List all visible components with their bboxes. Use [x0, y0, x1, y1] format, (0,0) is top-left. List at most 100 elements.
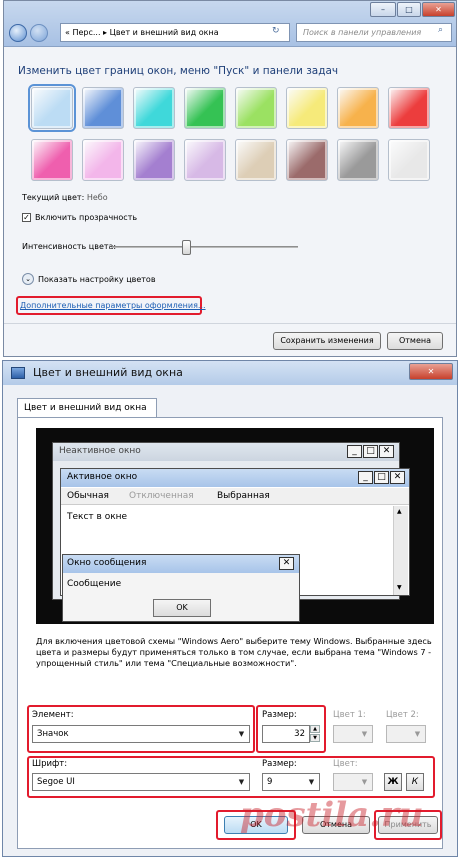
window-color-dialog: Цвет и внешний вид окна ✕ Цвет и внешний… [2, 360, 458, 857]
menu-disabled[interactable]: Отключенная [129, 491, 194, 501]
color-swatch[interactable] [184, 87, 226, 129]
element-label: Элемент: [32, 710, 74, 720]
appearance-preview: Неактивное окно _ □ ✕ Активное окно _ □ … [36, 428, 434, 624]
active-close-icon: ✕ [390, 471, 405, 484]
advanced-settings-link[interactable]: Дополнительные параметры оформления... [20, 301, 206, 310]
chevron-down-icon[interactable]: ▼ [235, 775, 248, 789]
color-swatch[interactable] [31, 139, 73, 181]
window-text: Текст в окне [67, 512, 128, 522]
refresh-icon[interactable]: ↻ [272, 26, 280, 36]
element-value: Значок [37, 729, 69, 739]
font-label: Шрифт: [32, 759, 68, 769]
color-swatch[interactable] [235, 139, 277, 181]
size-down-icon[interactable]: ▼ [310, 734, 320, 742]
color-mixer-toggle[interactable]: Показать настройку цветов [38, 275, 156, 284]
scroll-up-icon[interactable]: ▲ [397, 508, 402, 515]
address-crumb-window-color[interactable]: Цвет и внешний вид окна [110, 28, 219, 37]
page-heading: Изменить цвет границ окон, меню "Пуск" и… [18, 65, 339, 77]
chevron-down-icon[interactable]: ▼ [358, 727, 371, 741]
active-maximize-icon: □ [374, 471, 389, 484]
current-color-value: Небо [86, 193, 108, 202]
cancel-button[interactable]: Отмена [387, 332, 443, 350]
tab-panel: Неактивное окно _ □ ✕ Активное окно _ □ … [17, 417, 443, 849]
chevron-down-icon[interactable]: ▼ [235, 727, 248, 741]
color1-label: Цвет 1: [333, 710, 366, 720]
color-swatch[interactable] [286, 87, 328, 129]
color-swatch[interactable] [82, 139, 124, 181]
save-changes-button[interactable]: Сохранить изменения [273, 332, 381, 350]
chevron-down-icon[interactable]: ▼ [411, 727, 424, 741]
color-swatch[interactable] [286, 139, 328, 181]
intensity-slider-thumb[interactable] [182, 240, 191, 255]
color-swatch[interactable] [82, 87, 124, 129]
font-color-select[interactable]: ▼ [333, 773, 373, 791]
msgbox-text: Сообщение [67, 579, 122, 589]
color-swatch[interactable] [184, 139, 226, 181]
size-input[interactable]: 32 [262, 725, 310, 743]
chevron-down-icon[interactable]: ▼ [305, 775, 318, 789]
watermark-text: postila.ru [240, 795, 424, 835]
italic-button[interactable]: К [406, 773, 424, 791]
inactive-minimize-icon: _ [347, 445, 362, 458]
active-window-title: Активное окно [67, 472, 138, 482]
size-label: Размер: [262, 710, 297, 720]
maximize-button[interactable]: □ [397, 2, 421, 17]
scroll-down-icon[interactable]: ▼ [397, 584, 402, 591]
intensity-label: Интенсивность цвета: [22, 242, 117, 251]
dialog-title: Цвет и внешний вид окна [33, 366, 183, 379]
menu-normal[interactable]: Обычная [67, 491, 109, 501]
font-color-label: Цвет: [333, 759, 358, 769]
forward-button[interactable] [30, 24, 48, 42]
color-swatch[interactable] [337, 87, 379, 129]
element-select[interactable]: Значок ▼ [32, 725, 250, 743]
color2-select[interactable]: ▼ [386, 725, 426, 743]
bold-button[interactable]: Ж [384, 773, 402, 791]
minimize-button[interactable]: – [370, 2, 396, 17]
active-minimize-icon: _ [358, 471, 373, 484]
search-icon[interactable]: ⌕ [438, 25, 443, 35]
preview-message-box[interactable]: Окно сообщения ✕ Сообщение OK [62, 554, 300, 622]
msgbox-close-icon: ✕ [279, 557, 294, 570]
address-bar[interactable]: « Перс... ▸ Цвет и внешний вид окна [60, 23, 290, 42]
font-value: Segoe UI [37, 777, 75, 787]
address-crumb-personalization[interactable]: Перс... [72, 28, 100, 37]
font-select[interactable]: Segoe UI ▼ [32, 773, 250, 791]
intensity-slider-track[interactable] [112, 246, 298, 248]
personalization-window: – □ ✕ « Перс... ▸ Цвет и внешний вид окн… [3, 0, 457, 357]
color1-select[interactable]: ▼ [333, 725, 373, 743]
color-swatch[interactable] [133, 139, 175, 181]
current-color-info: Текущий цвет: Небо [22, 193, 108, 202]
menu-selected[interactable]: Выбранная [217, 491, 270, 501]
chevron-down-icon[interactable]: ▼ [358, 775, 371, 789]
preview-scrollbar[interactable]: ▲ ▼ [393, 506, 408, 595]
search-input[interactable]: Поиск в панели управления [296, 23, 452, 42]
chevron-down-icon[interactable]: ⌄ [22, 273, 34, 285]
msgbox-title: Окно сообщения [67, 558, 147, 568]
address-chevrons[interactable]: « [65, 28, 70, 37]
font-size-select[interactable]: 9 ▼ [262, 773, 320, 791]
current-color-label: Текущий цвет: [22, 193, 85, 202]
address-separator: ▸ [103, 28, 108, 37]
tab-window-color[interactable]: Цвет и внешний вид окна [17, 398, 157, 418]
font-size-value: 9 [267, 777, 273, 787]
back-button[interactable] [9, 24, 27, 42]
transparency-label[interactable]: Включить прозрачность [35, 213, 137, 222]
inactive-close-icon: ✕ [379, 445, 394, 458]
color-swatch[interactable] [337, 139, 379, 181]
color-swatch[interactable] [28, 84, 76, 132]
color2-label: Цвет 2: [386, 710, 419, 720]
msgbox-ok-button[interactable]: OK [153, 599, 211, 617]
size-up-icon[interactable]: ▲ [310, 725, 320, 733]
color-swatch[interactable] [388, 139, 430, 181]
transparency-checkbox[interactable]: ✓ [22, 213, 31, 222]
inactive-maximize-icon: □ [363, 445, 378, 458]
color-swatch[interactable] [235, 87, 277, 129]
inactive-window-title: Неактивное окно [59, 446, 141, 456]
close-button[interactable]: ✕ [422, 2, 455, 17]
window-app-icon [11, 367, 25, 379]
dialog-close-button[interactable]: ✕ [409, 363, 453, 380]
color-swatch[interactable] [388, 87, 430, 129]
aero-description: Для включения цветовой схемы "Windows Ae… [36, 636, 432, 668]
color-swatch[interactable] [133, 87, 175, 129]
divider [4, 323, 456, 324]
